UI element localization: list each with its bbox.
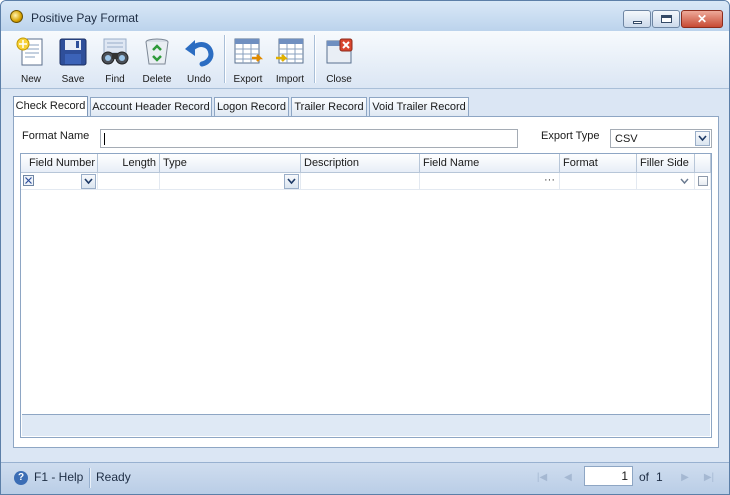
- page-number-input[interactable]: 1: [584, 466, 633, 486]
- status-separator: [89, 468, 91, 488]
- toolbar-separator: [314, 35, 316, 83]
- close-window-icon: [323, 36, 355, 68]
- maximize-button[interactable]: [652, 10, 680, 28]
- check-record-panel: Format Name Export Type CSV Field Number…: [13, 116, 719, 448]
- export-type-select[interactable]: CSV: [610, 129, 712, 148]
- recycle-bin-icon: [141, 36, 173, 68]
- page-total: 1: [656, 470, 663, 484]
- chevron-down-icon[interactable]: [680, 178, 689, 185]
- tab-trailer-record[interactable]: Trailer Record: [291, 97, 367, 116]
- description-cell[interactable]: [301, 173, 420, 190]
- tab-account-header-record[interactable]: Account Header Record: [90, 97, 212, 116]
- title-bar[interactable]: Positive Pay Format ✕: [1, 1, 729, 31]
- find-button[interactable]: Find: [95, 33, 135, 85]
- ellipsis-button[interactable]: ···: [544, 174, 555, 186]
- import-label: Import: [275, 74, 305, 85]
- import-button[interactable]: Import: [270, 33, 310, 85]
- type-cell[interactable]: [160, 173, 301, 190]
- close-button[interactable]: Close: [319, 33, 359, 85]
- close-window-button[interactable]: ✕: [681, 10, 723, 28]
- floppy-disk-icon: [57, 36, 89, 68]
- save-button[interactable]: Save: [53, 33, 93, 85]
- close-label: Close: [326, 74, 352, 85]
- new-document-icon: [15, 36, 47, 68]
- close-icon: ✕: [696, 12, 708, 26]
- import-table-icon: [274, 36, 306, 68]
- minimize-button[interactable]: [623, 10, 651, 28]
- toolbar: New Save Find Delete Undo Export Import …: [1, 31, 729, 89]
- format-cell[interactable]: [560, 173, 637, 190]
- undo-arrow-icon: [183, 36, 215, 68]
- format-name-label: Format Name: [22, 130, 90, 142]
- column-header-field-name[interactable]: Field Name: [420, 154, 560, 173]
- delete-label: Delete: [142, 74, 172, 85]
- fields-grid: Field Number Length Type Description Fie…: [20, 153, 712, 438]
- last-page-icon[interactable]: ▶|: [701, 471, 717, 485]
- chevron-down-icon[interactable]: [695, 131, 710, 146]
- field-name-cell[interactable]: ···: [420, 173, 560, 190]
- window-title: Positive Pay Format: [31, 11, 139, 25]
- toolbar-separator: [224, 35, 226, 83]
- next-page-icon[interactable]: ▶: [677, 471, 693, 485]
- undo-label: Undo: [187, 74, 211, 85]
- column-header-length[interactable]: Length: [98, 154, 160, 173]
- status-text: Ready: [96, 470, 131, 484]
- export-label: Export: [233, 74, 263, 85]
- grid-footer: [22, 414, 710, 436]
- column-header-filler-side[interactable]: Filler Side: [637, 154, 695, 173]
- help-icon[interactable]: ?: [14, 471, 28, 485]
- column-header-select[interactable]: [695, 154, 711, 173]
- save-label: Save: [61, 74, 85, 85]
- delete-row-icon[interactable]: [23, 175, 34, 186]
- maximize-icon: [661, 15, 672, 23]
- text-cursor: [104, 133, 105, 145]
- column-header-description[interactable]: Description: [301, 154, 420, 173]
- undo-button[interactable]: Undo: [179, 33, 219, 85]
- column-header-type[interactable]: Type: [160, 154, 301, 173]
- select-cell[interactable]: [695, 173, 711, 190]
- chevron-down-icon[interactable]: [81, 174, 96, 189]
- column-header-field-number[interactable]: Field Number: [21, 154, 98, 173]
- binoculars-icon: [99, 36, 131, 68]
- delete-button[interactable]: Delete: [137, 33, 177, 85]
- tab-check-record[interactable]: Check Record: [13, 96, 88, 117]
- row-checkbox[interactable]: [698, 176, 708, 186]
- app-icon: [10, 10, 23, 23]
- previous-page-icon[interactable]: ◀: [560, 471, 576, 485]
- new-button[interactable]: New: [11, 33, 51, 85]
- length-cell[interactable]: [98, 173, 160, 190]
- export-button[interactable]: Export: [228, 33, 268, 85]
- find-label: Find: [105, 74, 125, 85]
- export-type-label: Export Type: [541, 130, 600, 142]
- export-type-value: CSV: [615, 133, 638, 145]
- first-page-icon[interactable]: |◀: [534, 471, 550, 485]
- positive-pay-format-window: Positive Pay Format ✕ New Save Find Dele…: [0, 0, 730, 495]
- status-bar: ? F1 - Help Ready |◀ ◀ 1 of 1 ▶ ▶|: [1, 462, 729, 494]
- format-name-input[interactable]: [100, 129, 518, 148]
- tab-void-trailer-record[interactable]: Void Trailer Record: [369, 97, 469, 116]
- chevron-down-icon[interactable]: [284, 174, 299, 189]
- field-number-cell[interactable]: [21, 173, 98, 190]
- filler-side-cell[interactable]: [637, 173, 695, 190]
- new-label: New: [20, 74, 41, 85]
- help-shortcut[interactable]: F1 - Help: [34, 470, 83, 484]
- column-header-format[interactable]: Format: [560, 154, 637, 173]
- page-of-label: of: [639, 470, 650, 484]
- tab-logon-record[interactable]: Logon Record: [214, 97, 289, 116]
- minimize-icon: [633, 21, 642, 24]
- window-controls: ✕: [623, 10, 723, 28]
- export-table-icon: [232, 36, 264, 68]
